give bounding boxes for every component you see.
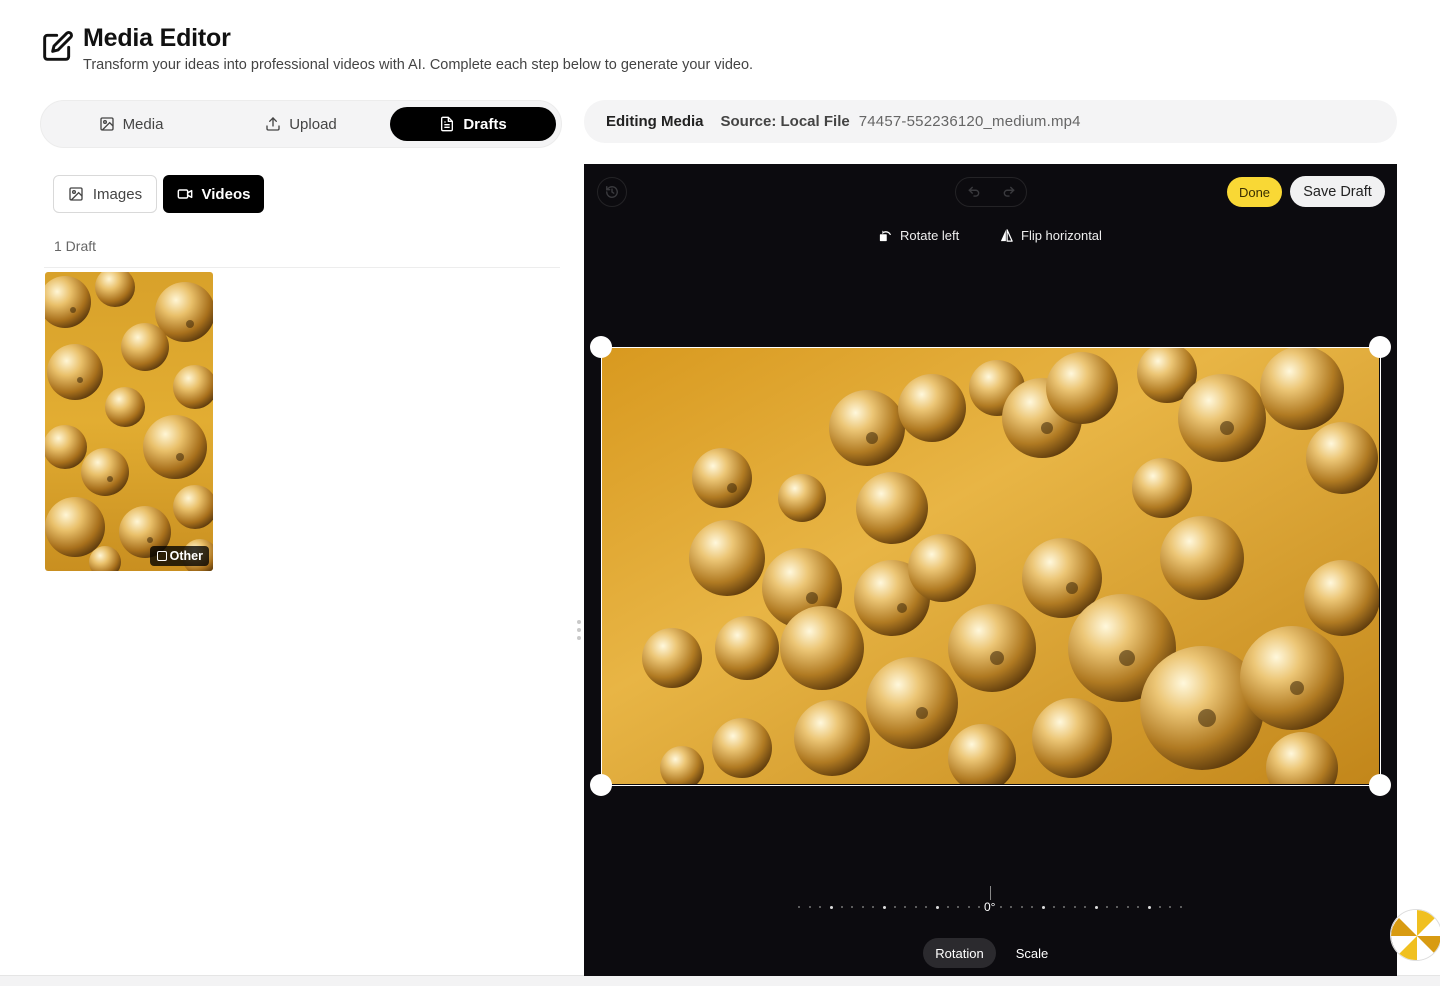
ruler-tick bbox=[914, 906, 917, 908]
crop-handle-bottom-right[interactable] bbox=[1369, 774, 1391, 796]
tab-media[interactable]: Media bbox=[51, 107, 211, 141]
main-tabs: Media Upload Drafts bbox=[40, 100, 562, 148]
ruler-tick bbox=[935, 906, 939, 909]
page-title: Media Editor bbox=[83, 24, 231, 52]
ruler-tick bbox=[861, 906, 864, 908]
ruler-tick bbox=[1116, 906, 1119, 908]
ruler-tick bbox=[1126, 906, 1129, 908]
ruler-tick bbox=[829, 906, 833, 909]
rotation-value: 0° bbox=[984, 900, 996, 914]
ruler-tick bbox=[819, 906, 822, 908]
ruler-tick bbox=[1041, 906, 1045, 909]
history-icon bbox=[606, 186, 618, 198]
ruler-tick bbox=[1094, 906, 1098, 909]
done-button[interactable]: Done bbox=[1227, 177, 1282, 207]
ruler-tick bbox=[872, 906, 875, 908]
assistant-launcher[interactable] bbox=[1390, 909, 1440, 961]
source-label: Source: Local File bbox=[720, 113, 850, 130]
flip-horizontal-label: Flip horizontal bbox=[1021, 228, 1102, 243]
ruler-tick bbox=[978, 906, 981, 908]
ruler-tick bbox=[1031, 906, 1034, 908]
rotation-ruler[interactable]: 0° bbox=[798, 884, 1188, 924]
tab-upload[interactable]: Upload bbox=[221, 107, 381, 141]
ruler-tick bbox=[1063, 906, 1066, 908]
editing-info-bar: Editing Media Source: Local File 74457-5… bbox=[584, 100, 1397, 143]
preview-image bbox=[602, 348, 1379, 784]
rotate-left-icon bbox=[879, 230, 892, 242]
panel-resize-handle[interactable] bbox=[576, 620, 582, 644]
ruler-tick bbox=[1010, 906, 1013, 908]
ruler-tick bbox=[798, 906, 801, 908]
ruler-tick bbox=[1052, 906, 1055, 908]
ruler-tick bbox=[882, 906, 886, 909]
save-draft-button[interactable]: Save Draft bbox=[1290, 176, 1385, 207]
ruler-tick bbox=[1179, 906, 1182, 908]
draft-type-label: Other bbox=[169, 549, 203, 563]
rotate-left-label: Rotate left bbox=[900, 228, 960, 243]
crop-handle-bottom-left[interactable] bbox=[590, 774, 612, 796]
pinwheel-icon bbox=[1391, 910, 1440, 960]
filter-images-button[interactable]: Images bbox=[53, 175, 157, 213]
draft-type-badge: Other bbox=[149, 546, 209, 566]
crop-handle-top-right[interactable] bbox=[1369, 336, 1391, 358]
undo-icon[interactable] bbox=[967, 185, 981, 199]
image-icon bbox=[69, 187, 83, 201]
crop-preview[interactable] bbox=[601, 347, 1381, 786]
tab-upload-label: Upload bbox=[289, 115, 337, 133]
document-icon bbox=[441, 116, 454, 132]
ruler-tick bbox=[1020, 906, 1023, 908]
mode-rotation[interactable]: Rotation bbox=[923, 938, 996, 968]
page: Media Editor Transform your ideas into p… bbox=[0, 0, 1440, 976]
draft-thumbnail[interactable]: Other bbox=[45, 272, 213, 571]
ruler-tick bbox=[1147, 906, 1151, 909]
divider bbox=[44, 267, 560, 268]
flip-horizontal-button[interactable]: Flip horizontal bbox=[999, 228, 1102, 243]
ruler-tick bbox=[999, 906, 1002, 908]
ruler-tick bbox=[967, 906, 970, 908]
ruler-tick bbox=[1084, 906, 1087, 908]
file-name: 74457-552236120_medium.mp4 bbox=[858, 113, 1081, 130]
ruler-tick bbox=[851, 906, 854, 908]
ruler-tick bbox=[1105, 906, 1108, 908]
flip-horizontal-icon bbox=[1000, 229, 1013, 242]
ruler-tick bbox=[957, 906, 960, 908]
ruler-tick bbox=[840, 906, 843, 908]
rotate-left-button[interactable]: Rotate left bbox=[878, 228, 959, 243]
reset-button[interactable] bbox=[597, 177, 627, 207]
filter-videos-button[interactable]: Videos bbox=[163, 175, 264, 213]
video-camera-icon bbox=[177, 189, 192, 199]
ruler-tick bbox=[904, 906, 907, 908]
ruler-center-marker bbox=[990, 886, 991, 900]
ruler-tick bbox=[1137, 906, 1140, 908]
crop-handle-top-left[interactable] bbox=[590, 336, 612, 358]
ruler-tick bbox=[1169, 906, 1172, 908]
edit-icon bbox=[43, 31, 73, 61]
media-editor-canvas: Done Save Draft Rotate left Flip horizon… bbox=[584, 164, 1397, 976]
tab-media-label: Media bbox=[122, 115, 164, 133]
mode-scale[interactable]: Scale bbox=[1004, 938, 1060, 968]
ruler-tick bbox=[808, 906, 811, 908]
filter-videos-label: Videos bbox=[201, 185, 251, 203]
undo-redo-group bbox=[955, 177, 1027, 207]
redo-icon[interactable] bbox=[1002, 185, 1016, 199]
filter-images-label: Images bbox=[92, 185, 143, 203]
ruler-tick bbox=[946, 906, 949, 908]
draft-count: 1 Draft bbox=[54, 238, 97, 254]
tab-drafts[interactable]: Drafts bbox=[390, 107, 556, 141]
page-subtitle: Transform your ideas into professional v… bbox=[83, 57, 754, 73]
editing-label: Editing Media bbox=[606, 113, 704, 130]
tab-drafts-label: Drafts bbox=[463, 115, 507, 133]
image-icon bbox=[99, 117, 114, 131]
upload-icon bbox=[266, 117, 280, 131]
ruler-tick bbox=[1158, 906, 1161, 908]
thumbnail-image bbox=[45, 272, 213, 571]
ruler-tick bbox=[1073, 906, 1076, 908]
square-icon bbox=[156, 551, 167, 561]
ruler-tick bbox=[925, 906, 928, 908]
ruler-tick bbox=[893, 906, 896, 908]
